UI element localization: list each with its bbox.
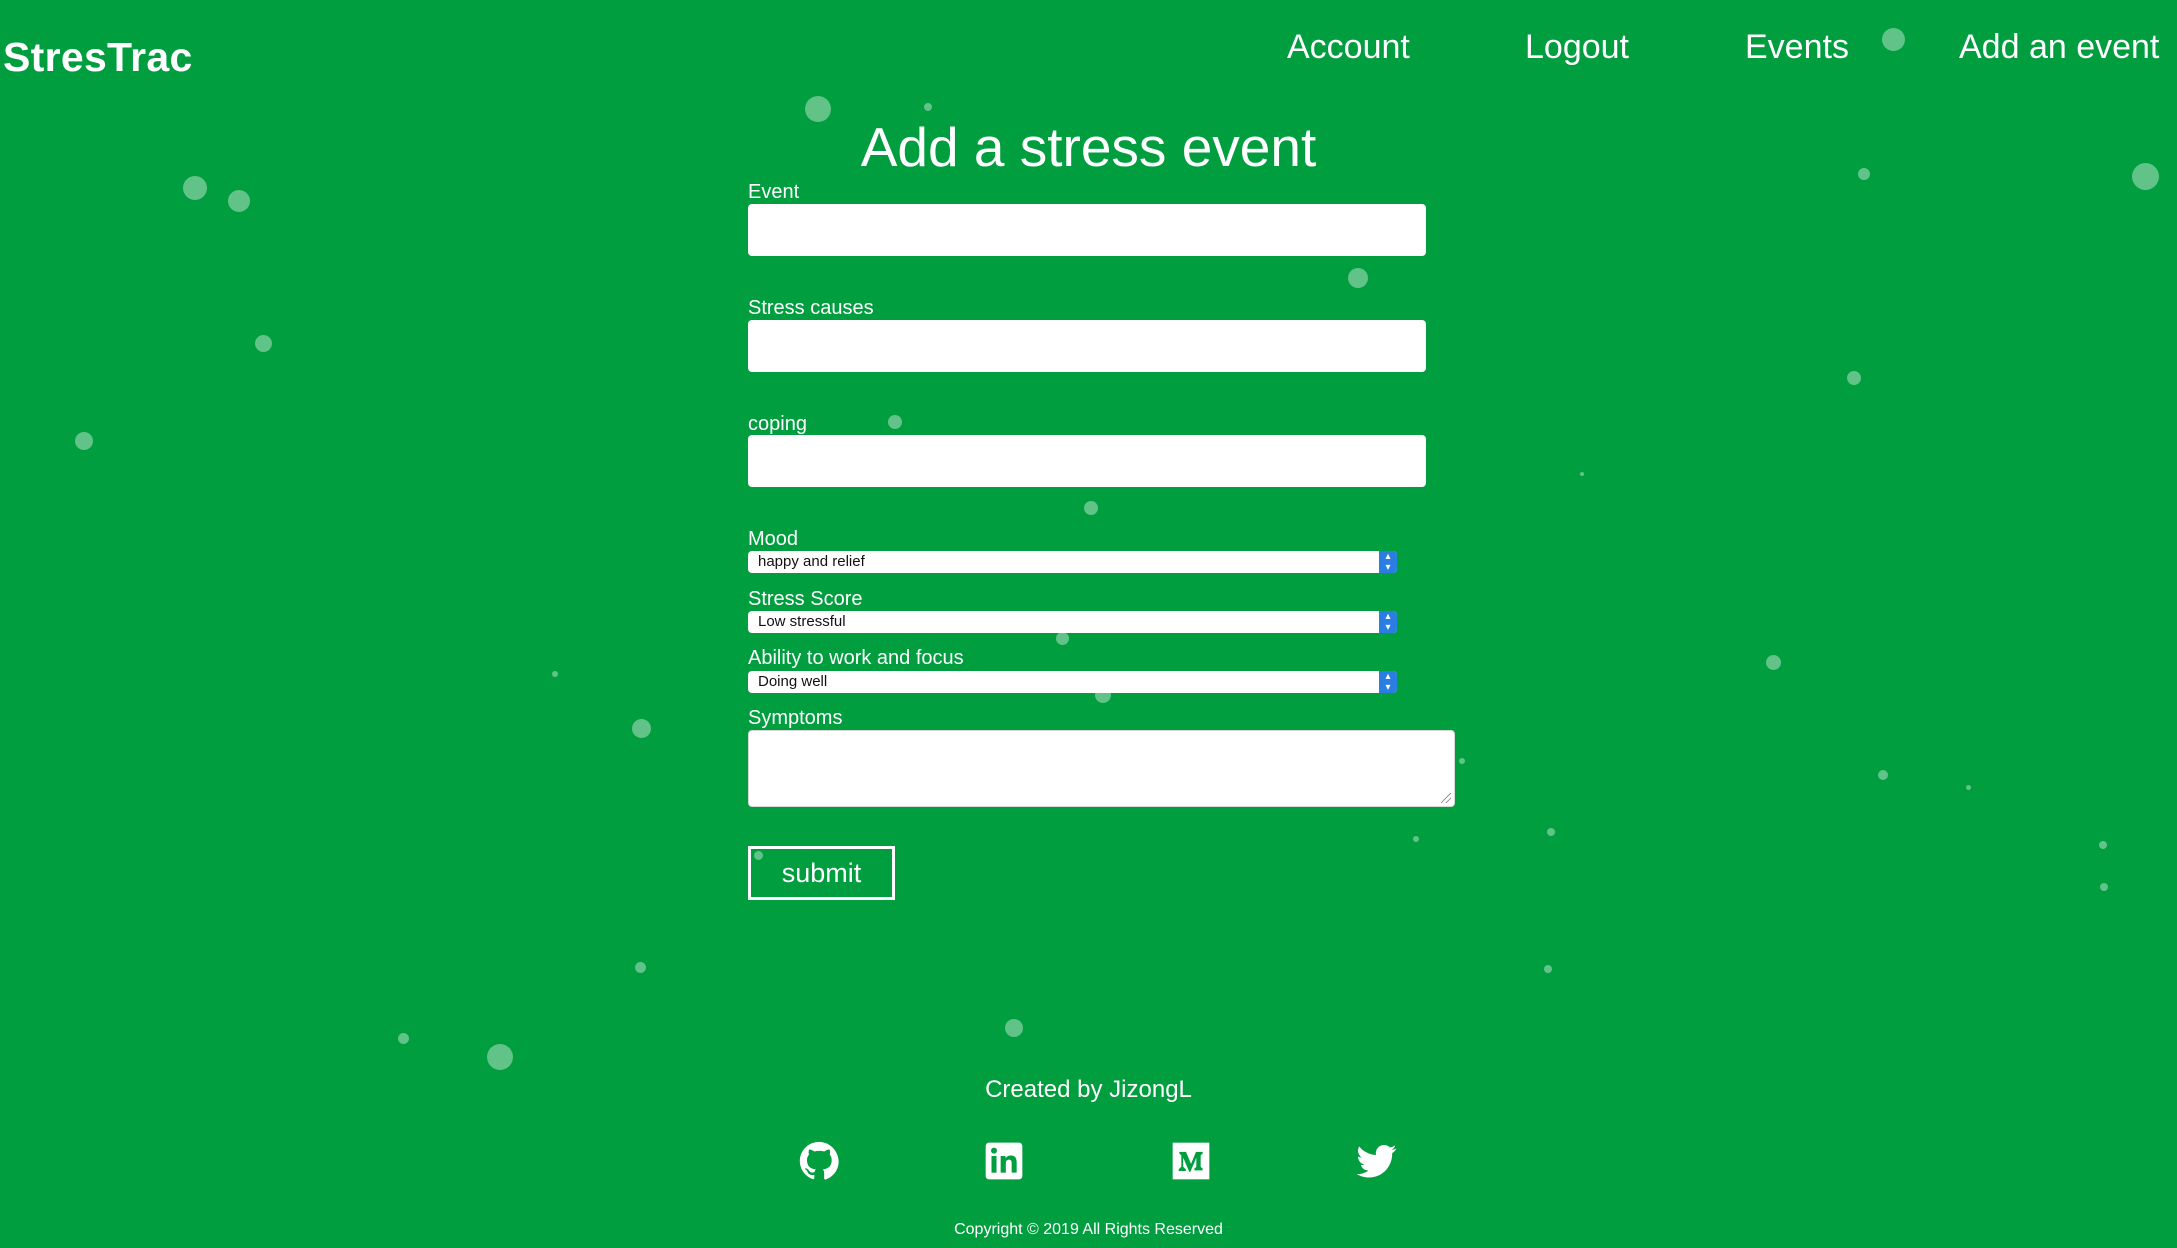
medium-icon[interactable] bbox=[1171, 1141, 1211, 1181]
stress-score-label: Stress Score bbox=[748, 588, 863, 610]
coping-label: coping bbox=[748, 413, 807, 435]
event-input[interactable] bbox=[748, 204, 1426, 256]
mood-select[interactable]: happy and relief ▴ ▾ bbox=[748, 551, 1397, 573]
linkedin-icon[interactable] bbox=[984, 1141, 1024, 1181]
stress-score-select-value: Low stressful bbox=[758, 613, 846, 630]
coping-input[interactable] bbox=[748, 435, 1426, 487]
select-arrows-icon: ▴ ▾ bbox=[1379, 611, 1397, 633]
nav-logout-link[interactable]: Logout bbox=[1525, 28, 1629, 67]
page-title: Add a stress event bbox=[860, 116, 1317, 178]
mood-select-value: happy and relief bbox=[758, 553, 865, 570]
select-arrows-icon: ▴ ▾ bbox=[1379, 551, 1397, 573]
ability-label: Ability to work and focus bbox=[748, 647, 964, 669]
mood-label: Mood bbox=[748, 528, 799, 550]
symptoms-label: Symptoms bbox=[748, 707, 843, 729]
symptoms-textarea[interactable] bbox=[748, 730, 1455, 807]
nav-add-event-link[interactable]: Add an event bbox=[1959, 28, 2159, 67]
main-nav: Account Logout Events Add an event bbox=[0, 28, 2177, 76]
resize-grip-icon[interactable] bbox=[1441, 793, 1451, 803]
footer-credit: Created by JizongL bbox=[985, 1076, 1192, 1103]
stress-causes-input[interactable] bbox=[748, 320, 1426, 372]
copyright-text: Copyright © 2019 All Rights Reserved bbox=[954, 1221, 1223, 1238]
submit-button[interactable]: submit bbox=[748, 846, 895, 900]
ability-select[interactable]: Doing well ▴ ▾ bbox=[748, 671, 1397, 693]
stress-causes-label: Stress causes bbox=[748, 297, 874, 319]
event-label: Event bbox=[748, 181, 800, 203]
stress-score-select[interactable]: Low stressful ▴ ▾ bbox=[748, 611, 1397, 633]
github-icon[interactable] bbox=[799, 1141, 839, 1181]
ability-select-value: Doing well bbox=[758, 673, 828, 690]
twitter-icon[interactable] bbox=[1357, 1141, 1397, 1181]
nav-events-link[interactable]: Events bbox=[1745, 28, 1849, 67]
select-arrows-icon: ▴ ▾ bbox=[1379, 671, 1397, 693]
nav-account-link[interactable]: Account bbox=[1287, 28, 1410, 67]
